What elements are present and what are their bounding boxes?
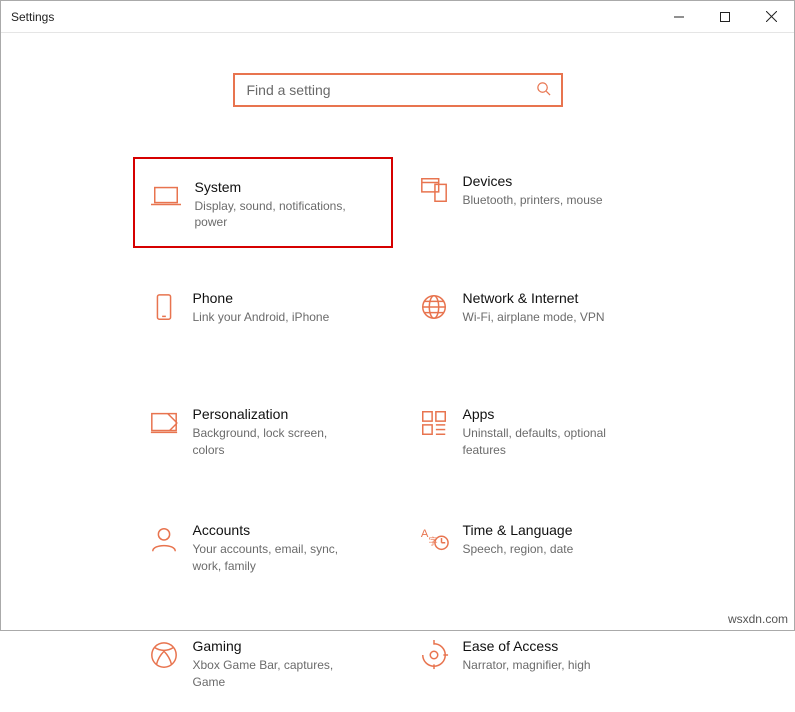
tile-desc: Your accounts, email, sync, work, family [193,541,363,573]
tile-personalization[interactable]: Personalization Background, lock screen,… [133,390,393,480]
tile-desc: Link your Android, iPhone [193,309,330,325]
ease-of-access-icon [413,638,455,670]
tile-desc: Narrator, magnifier, high [463,657,591,673]
tile-desc: Xbox Game Bar, captures, Game [193,657,363,689]
accounts-icon [143,522,185,554]
tile-desc: Bluetooth, printers, mouse [463,192,603,208]
tile-title: Accounts [193,522,363,538]
tile-apps[interactable]: Apps Uninstall, defaults, optional featu… [403,390,663,480]
watermark: wsxdn.com [728,612,788,626]
search-input[interactable] [245,75,536,105]
apps-icon [413,406,455,438]
tile-desc: Display, sound, notifications, power [195,198,365,230]
time-language-icon: A 字 [413,522,455,554]
globe-icon [413,290,455,322]
window-controls [656,1,794,33]
tile-title: Devices [463,173,603,189]
tile-title: System [195,179,365,195]
search-box[interactable] [233,73,563,107]
devices-icon [413,173,455,205]
tile-desc: Uninstall, defaults, optional features [463,425,633,457]
tile-system[interactable]: System Display, sound, notifications, po… [133,157,393,248]
tile-time-language[interactable]: A 字 Time & Language Speech, region, date [403,506,663,596]
category-grid: System Display, sound, notifications, po… [133,157,663,712]
tile-gaming[interactable]: Gaming Xbox Game Bar, captures, Game [133,622,393,712]
gaming-icon [143,638,185,670]
tile-title: Personalization [193,406,363,422]
tile-phone[interactable]: Phone Link your Android, iPhone [133,274,393,364]
tile-desc: Background, lock screen, colors [193,425,363,457]
tile-title: Apps [463,406,633,422]
tile-network[interactable]: Network & Internet Wi-Fi, airplane mode,… [403,274,663,364]
titlebar: Settings [1,1,794,33]
search-icon [536,81,551,99]
system-icon [145,179,187,211]
svg-text:字: 字 [428,536,437,547]
search-row [1,73,794,107]
tile-ease-of-access[interactable]: Ease of Access Narrator, magnifier, high [403,622,663,712]
maximize-button[interactable] [702,1,748,33]
close-button[interactable] [748,1,794,33]
maximize-icon [720,12,730,22]
tile-desc: Speech, region, date [463,541,574,557]
tile-title: Ease of Access [463,638,591,654]
personalization-icon [143,406,185,438]
tile-accounts[interactable]: Accounts Your accounts, email, sync, wor… [133,506,393,596]
close-icon [766,11,777,22]
content-area: System Display, sound, notifications, po… [1,33,794,712]
tile-desc: Wi-Fi, airplane mode, VPN [463,309,605,325]
tile-title: Phone [193,290,330,306]
phone-icon [143,290,185,322]
minimize-icon [674,12,684,22]
window-title: Settings [11,10,54,24]
tile-title: Time & Language [463,522,574,538]
tile-devices[interactable]: Devices Bluetooth, printers, mouse [403,157,663,248]
minimize-button[interactable] [656,1,702,33]
tile-title: Network & Internet [463,290,605,306]
tile-title: Gaming [193,638,363,654]
